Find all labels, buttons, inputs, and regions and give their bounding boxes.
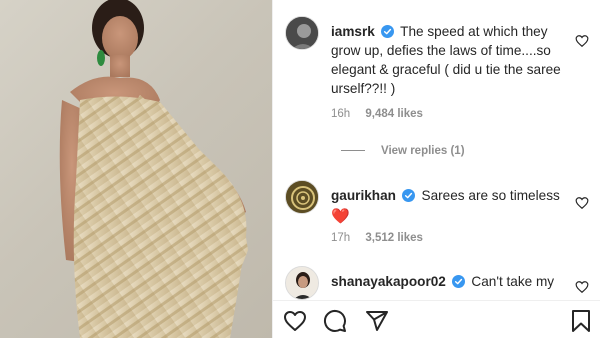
avatar-logo-icon [286, 181, 318, 213]
verified-badge-icon [380, 25, 394, 38]
post-photo-illustration [59, 0, 248, 338]
comments-panel: iamsrk The speed at which they grow up, … [272, 0, 600, 338]
bookmark-icon[interactable] [569, 309, 593, 333]
heart-icon[interactable] [283, 309, 307, 333]
replies-divider [341, 150, 365, 152]
comment-like-icon[interactable] [575, 280, 589, 294]
comment-text: Can't take my [471, 274, 555, 289]
comment-meta: 17h 3,512 likes [331, 232, 435, 244]
comment-time: 16h [331, 108, 351, 120]
avatar-photo-icon [286, 267, 318, 299]
verified-badge-icon [401, 189, 415, 202]
verified-badge-icon [451, 275, 465, 288]
view-replies-label: View replies (1) [381, 145, 465, 157]
comment-text: Sarees are so timeless [421, 188, 560, 203]
comments-list: iamsrk The speed at which they grow up, … [273, 0, 600, 300]
comment-icon[interactable] [323, 309, 347, 333]
post-image [0, 0, 272, 338]
comment-time: 17h [331, 232, 351, 244]
comment-body: iamsrk The speed at which they grow up, … [331, 22, 566, 98]
comment-body: shanayakapoor02 Can't take my [331, 272, 581, 291]
comment-username[interactable]: shanayakapoor02 [331, 274, 446, 289]
avatar-photo-icon [286, 17, 318, 49]
comment-username[interactable]: iamsrk [331, 24, 375, 39]
share-icon[interactable] [365, 309, 389, 333]
avatar[interactable] [285, 16, 319, 50]
avatar[interactable] [285, 266, 319, 300]
view-replies-button[interactable]: View replies (1) [341, 145, 465, 157]
comment-likes[interactable]: 9,484 likes [365, 108, 423, 120]
comment-likes[interactable]: 3,512 likes [365, 232, 423, 244]
comment-body: gaurikhan Sarees are so timeless ❤️ [331, 186, 566, 226]
post-actions-bar [273, 300, 600, 338]
comment-meta: 16h 9,484 likes [331, 108, 435, 120]
comment-like-icon[interactable] [575, 196, 589, 210]
comment-like-icon[interactable] [575, 34, 589, 48]
comment-username[interactable]: gaurikhan [331, 188, 396, 203]
heart-emoji: ❤️ [331, 208, 350, 225]
avatar[interactable] [285, 180, 319, 214]
